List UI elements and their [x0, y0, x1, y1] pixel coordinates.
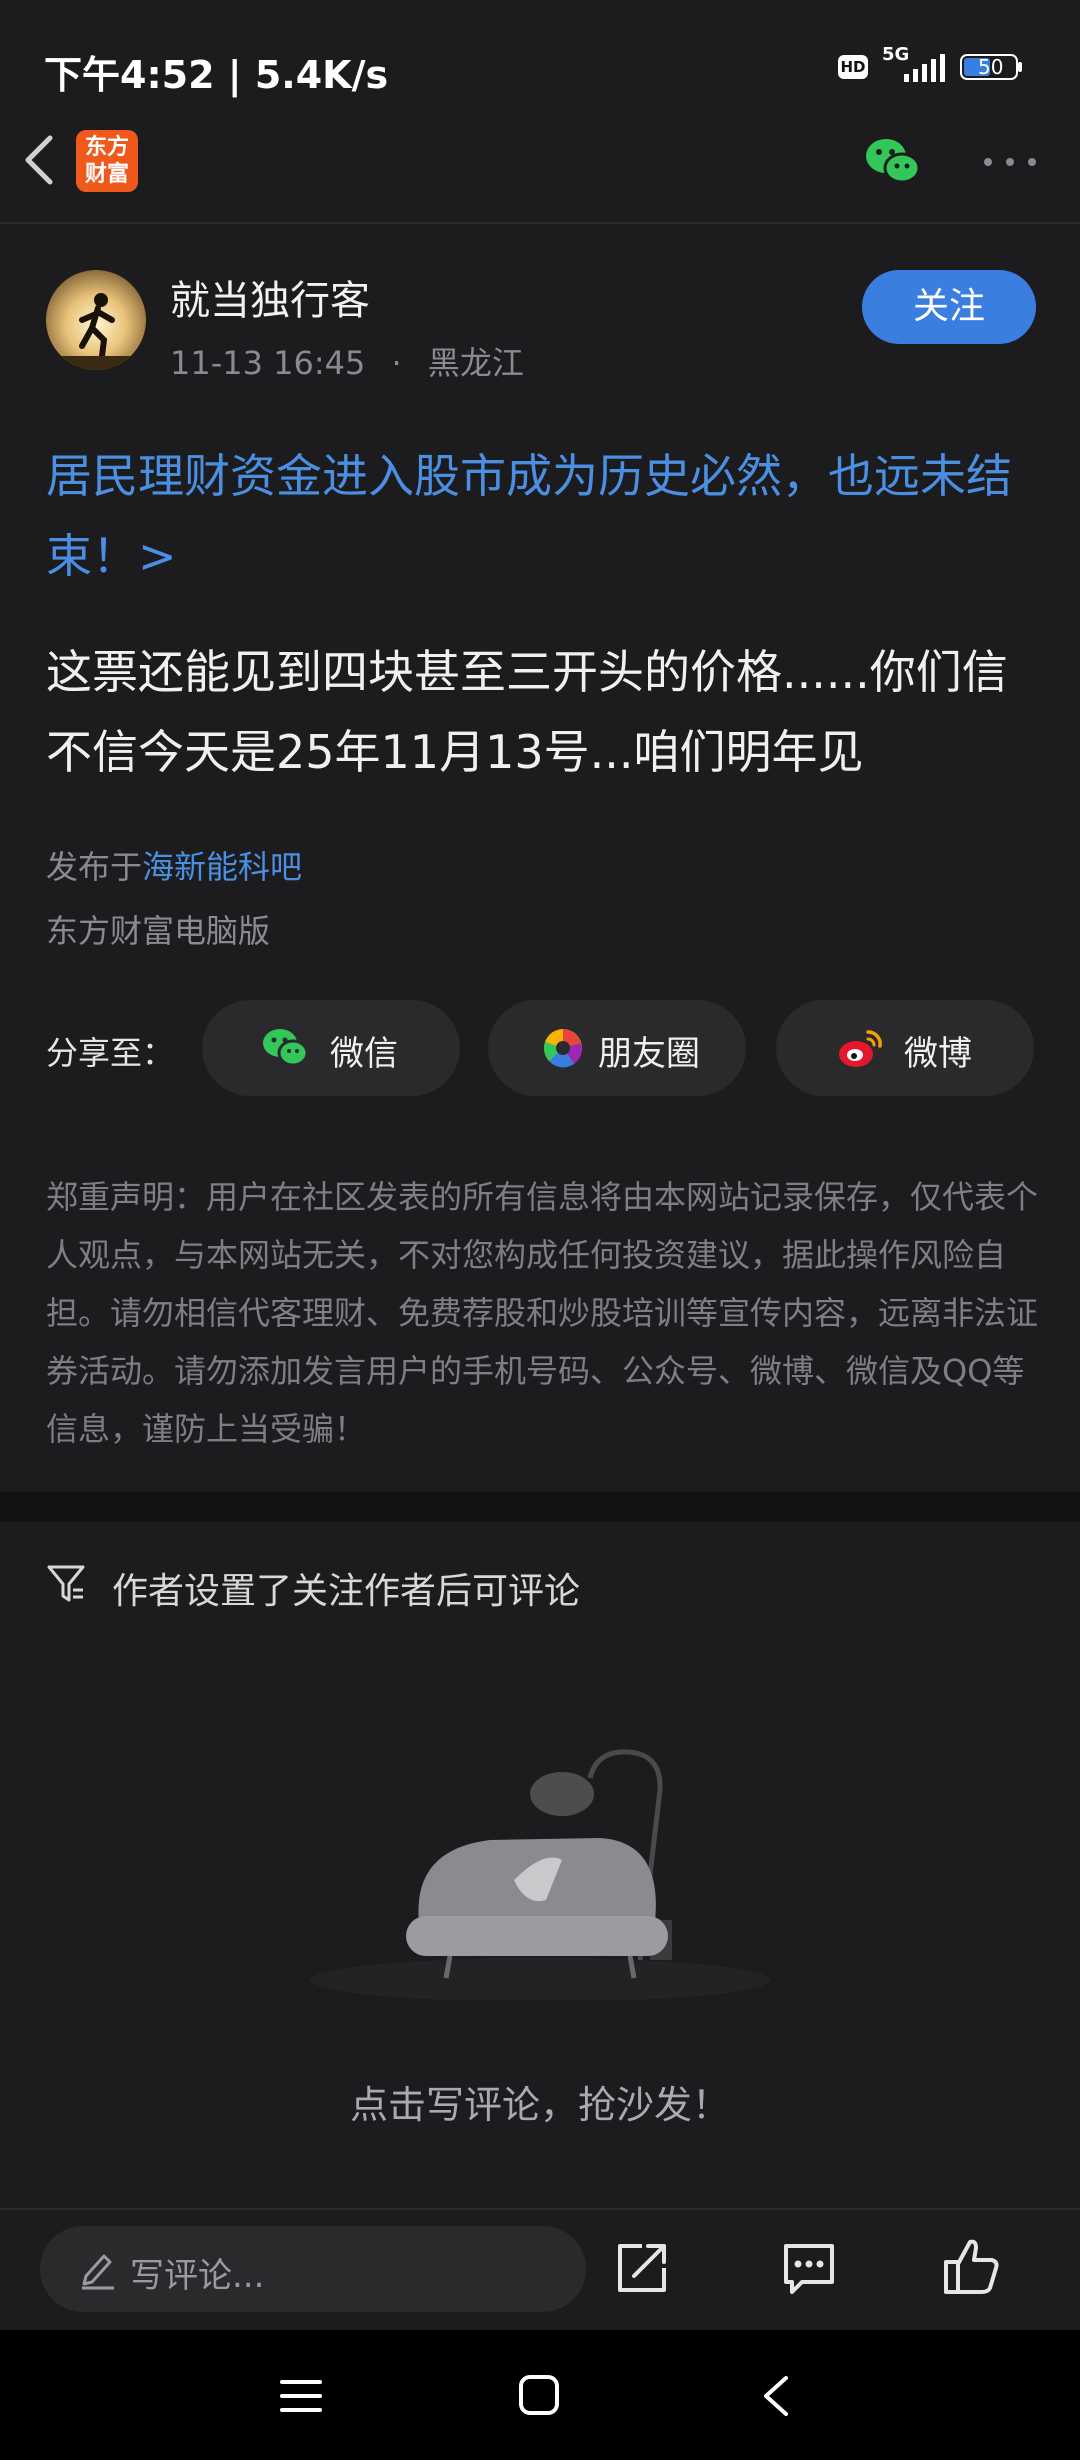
menu-icon[interactable]	[278, 2376, 324, 2416]
app-logo[interactable]: 东方 财富	[76, 130, 138, 192]
post-meta: 11-13 16:45 · 黑龙江	[170, 338, 524, 384]
share-label: 分享至：	[46, 1034, 175, 1072]
app-logo-line1: 东方	[84, 135, 129, 160]
published-in: 发布于海新能科吧	[46, 842, 302, 888]
filter-icon	[47, 1565, 85, 1602]
post-location: 黑龙江	[427, 344, 524, 382]
wechat-share-icon[interactable]	[864, 136, 922, 188]
nav-divider	[0, 222, 1080, 224]
section-divider	[0, 1492, 1080, 1522]
comment-input[interactable]	[40, 2226, 586, 2312]
moments-icon	[543, 1029, 582, 1068]
post-title-link[interactable]: 居民理财资金进入股市成为历史必然，也远未结束！>	[46, 436, 1036, 596]
bar-link[interactable]: 海新能科吧	[142, 848, 302, 886]
follow-button[interactable]: 关注	[862, 270, 1036, 344]
post-platform: 东方财富电脑版	[46, 912, 271, 950]
system-back-icon[interactable]	[758, 2372, 794, 2420]
home-icon[interactable]	[516, 2372, 562, 2418]
comment-restriction-notice: 作者设置了关注作者后可评论	[112, 1571, 581, 1612]
weibo-icon	[839, 1030, 882, 1067]
app-logo-line2: 财富	[84, 162, 129, 187]
disclaimer-text: 郑重声明：用户在社区发表的所有信息将由本网站记录保存，仅代表个人观点，与本网站无…	[46, 1178, 1039, 1448]
share-wechat-label: 微信	[330, 1034, 398, 1074]
post-date: 11-13 16:45	[170, 344, 366, 382]
share-moments-button[interactable]: 朋友圈	[488, 1000, 746, 1096]
share-wechat-button[interactable]: 微信	[202, 1000, 460, 1096]
signal-icon	[904, 54, 945, 82]
pen-icon	[82, 2254, 114, 2290]
share-weibo-label: 微博	[904, 1034, 972, 1074]
status-time: 下午4:52 | 5.4K/s	[44, 53, 389, 97]
share-weibo-button[interactable]: 微博	[776, 1000, 1034, 1096]
more-options-icon[interactable]	[982, 150, 1038, 174]
back-arrow-icon[interactable]	[20, 130, 60, 190]
wechat-icon	[263, 1029, 308, 1067]
share-moments-label: 朋友圈	[598, 1034, 700, 1074]
share-icon[interactable]	[614, 2240, 670, 2296]
comment-placeholder[interactable]: 写评论...	[130, 2248, 264, 2297]
post-body: 这票还能见到四块甚至三开头的价格......你们信不信今天是25年11月13号.…	[46, 645, 1008, 779]
hd-badge: HD	[838, 55, 868, 79]
author-name[interactable]: 就当独行客	[170, 268, 370, 326]
empty-comments-prompt[interactable]: 点击写评论，抢沙发！	[0, 2074, 1080, 2129]
published-prefix: 发布于	[46, 848, 143, 886]
comment-icon[interactable]	[780, 2240, 838, 2296]
avatar[interactable]	[46, 270, 146, 370]
battery-level: 50	[978, 55, 1004, 79]
empty-sofa-illustration	[310, 1749, 770, 2000]
meta-separator: ·	[391, 344, 402, 382]
like-icon[interactable]	[942, 2236, 1000, 2296]
